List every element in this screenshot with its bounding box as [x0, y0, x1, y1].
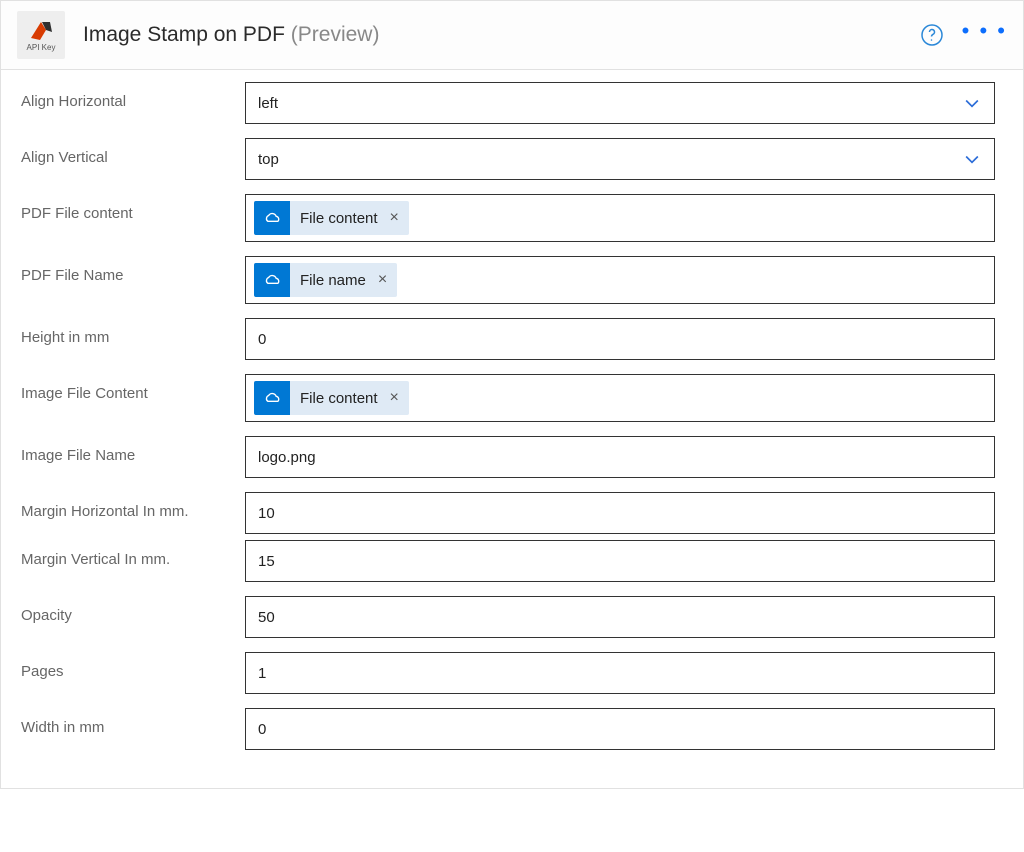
select-align-horizontal-value: left — [258, 95, 962, 112]
select-align-horizontal[interactable]: left — [245, 82, 995, 124]
input-pages[interactable] — [258, 665, 982, 682]
label-width-mm: Width in mm — [21, 708, 245, 738]
label-margin-vertical: Margin Vertical In mm. — [21, 540, 245, 570]
input-pdf-file-name[interactable]: File name × — [245, 256, 995, 304]
label-opacity: Opacity — [21, 596, 245, 626]
label-image-file-content: Image File Content — [21, 374, 245, 404]
row-height-mm: Height in mm — [21, 318, 1003, 360]
label-image-file-name: Image File Name — [21, 436, 245, 466]
input-opacity[interactable] — [258, 609, 982, 626]
select-align-vertical-value: top — [258, 151, 962, 168]
row-pdf-file-content: PDF File content File content × — [21, 194, 1003, 242]
label-height-mm: Height in mm — [21, 318, 245, 348]
input-pages-wrap — [245, 652, 995, 694]
card-header: API Key Image Stamp on PDF (Preview) • •… — [1, 1, 1023, 70]
token-file-content[interactable]: File content × — [254, 201, 409, 235]
help-icon[interactable] — [920, 23, 944, 47]
header-actions: • • • — [920, 18, 1007, 52]
input-margin-horizontal[interactable] — [258, 505, 982, 522]
connector-icon-sublabel: API Key — [27, 43, 56, 52]
label-pdf-file-name: PDF File Name — [21, 256, 245, 286]
token-file-content-label: File content — [290, 210, 388, 227]
input-width-mm-wrap — [245, 708, 995, 750]
input-margin-horizontal-wrap — [245, 492, 995, 534]
input-image-file-name-wrap — [245, 436, 995, 478]
row-width-mm: Width in mm — [21, 708, 1003, 750]
input-width-mm[interactable] — [258, 721, 982, 738]
action-card: API Key Image Stamp on PDF (Preview) • •… — [0, 0, 1024, 789]
row-image-file-name: Image File Name — [21, 436, 1003, 478]
onedrive-icon — [254, 201, 290, 235]
input-pdf-file-content[interactable]: File content × — [245, 194, 995, 242]
chevron-down-icon — [962, 93, 982, 113]
form-body: Align Horizontal left Align Vertical top… — [1, 70, 1023, 788]
title-main: Image Stamp on PDF — [83, 23, 285, 46]
row-margin-vertical: Margin Vertical In mm. — [21, 540, 1003, 582]
input-height-mm[interactable] — [258, 331, 982, 348]
onedrive-icon — [254, 263, 290, 297]
row-pdf-file-name: PDF File Name File name × — [21, 256, 1003, 304]
row-image-file-content: Image File Content File content × — [21, 374, 1003, 422]
card-title: Image Stamp on PDF (Preview) — [83, 23, 379, 47]
connector-icon: API Key — [17, 11, 65, 59]
label-align-horizontal: Align Horizontal — [21, 82, 245, 112]
more-menu-icon[interactable]: • • • — [962, 18, 1007, 52]
row-align-vertical: Align Vertical top — [21, 138, 1003, 180]
token-file-name-label: File name — [290, 272, 376, 289]
token-remove-icon[interactable]: × — [388, 389, 409, 407]
chevron-down-icon — [962, 149, 982, 169]
row-pages: Pages — [21, 652, 1003, 694]
onedrive-icon — [254, 381, 290, 415]
token-remove-icon[interactable]: × — [376, 271, 397, 289]
pdf-tool-icon — [28, 18, 54, 42]
label-margin-horizontal: Margin Horizontal In mm. — [21, 492, 245, 522]
input-margin-vertical-wrap — [245, 540, 995, 582]
input-opacity-wrap — [245, 596, 995, 638]
input-height-mm-wrap — [245, 318, 995, 360]
input-image-file-content[interactable]: File content × — [245, 374, 995, 422]
label-pdf-file-content: PDF File content — [21, 194, 245, 224]
title-subtitle: (Preview) — [291, 23, 380, 46]
label-pages: Pages — [21, 652, 245, 682]
row-opacity: Opacity — [21, 596, 1003, 638]
token-remove-icon[interactable]: × — [388, 209, 409, 227]
select-align-vertical[interactable]: top — [245, 138, 995, 180]
label-align-vertical: Align Vertical — [21, 138, 245, 168]
token-file-name[interactable]: File name × — [254, 263, 397, 297]
token-image-file-content-label: File content — [290, 390, 388, 407]
input-image-file-name[interactable] — [258, 449, 982, 466]
row-align-horizontal: Align Horizontal left — [21, 82, 1003, 124]
row-margin-horizontal: Margin Horizontal In mm. — [21, 492, 1003, 534]
token-image-file-content[interactable]: File content × — [254, 381, 409, 415]
input-margin-vertical[interactable] — [258, 553, 982, 570]
